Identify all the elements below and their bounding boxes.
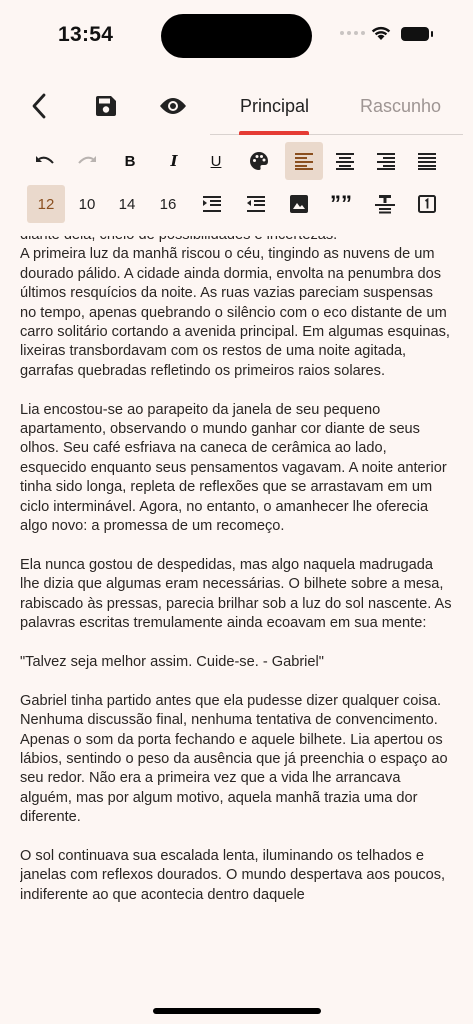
document-editor[interactable]: diante dela, cheio de possibilidades e i… (20, 236, 453, 976)
status-bar: 13:54 (0, 0, 473, 70)
wifi-icon (371, 26, 391, 40)
preview-button[interactable] (156, 80, 190, 132)
formatting-toolbar-row-2: 12 10 14 16 ”” (0, 185, 473, 225)
insert-image-button[interactable] (280, 185, 318, 223)
active-tab-indicator (239, 131, 309, 135)
redo-icon (78, 156, 96, 164)
bold-button[interactable]: B (111, 142, 149, 180)
cellular-signal-icon (340, 31, 365, 35)
color-palette-button[interactable] (240, 142, 278, 180)
align-justify-icon (418, 153, 436, 170)
document-paragraph: A primeira luz da manhã riscou o céu, ti… (20, 246, 450, 379)
editor-header: Principal Rascunho (0, 80, 473, 135)
eye-icon (160, 98, 186, 114)
indent-decrease-icon (247, 196, 265, 212)
back-button[interactable] (24, 80, 54, 132)
battery-icon (401, 27, 433, 41)
document-paragraph: Ela nunca gostou de despedidas, mas algo… (20, 556, 452, 632)
indent-increase-icon (203, 196, 221, 212)
font-size-10-button[interactable]: 10 (68, 185, 106, 223)
indent-decrease-button[interactable] (237, 185, 275, 223)
document-paragraph: O sol continuava sua escalada lenta, ilu… (20, 847, 446, 903)
align-right-icon (377, 153, 395, 170)
align-center-icon (336, 153, 354, 170)
status-time: 13:54 (58, 23, 114, 46)
save-icon (96, 96, 116, 116)
align-left-icon (295, 153, 313, 170)
align-center-button[interactable] (326, 142, 364, 180)
font-size-12-button[interactable]: 12 (27, 185, 65, 223)
formatting-toolbar-row-1: B I U (0, 142, 473, 182)
home-indicator[interactable] (153, 1008, 321, 1014)
underline-button[interactable]: U (197, 142, 235, 180)
document-paragraph: Gabriel tinha partido antes que ela pude… (20, 692, 448, 826)
indent-increase-button[interactable] (193, 185, 231, 223)
save-button[interactable] (90, 80, 122, 132)
quote-button[interactable]: ”” (322, 185, 360, 223)
align-right-button[interactable] (367, 142, 405, 180)
undo-button[interactable] (26, 142, 64, 180)
chevron-left-icon (32, 93, 46, 119)
document-paragraph: Lia encostou-se ao parapeito da janela d… (20, 401, 447, 535)
image-icon (290, 195, 308, 213)
font-size-16-button[interactable]: 16 (149, 185, 187, 223)
italic-button[interactable]: I (155, 142, 193, 180)
tab-rascunho[interactable]: Rascunho (360, 96, 441, 117)
page-number-button[interactable] (408, 185, 446, 223)
palette-icon (250, 152, 268, 170)
tab-principal[interactable]: Principal (240, 96, 309, 117)
clear-format-icon (375, 195, 395, 214)
document-paragraph: "Talvez seja melhor assim. Cuide-se. - G… (20, 653, 324, 670)
font-size-14-button[interactable]: 14 (108, 185, 146, 223)
dynamic-island (161, 14, 312, 58)
align-justify-button[interactable] (408, 142, 446, 180)
align-left-button[interactable] (285, 142, 323, 180)
document-partial-line: diante dela, cheio de possibilidades e i… (20, 236, 453, 245)
page-number-icon (418, 195, 436, 213)
undo-icon (36, 156, 54, 164)
redo-button[interactable] (68, 142, 106, 180)
clear-format-button[interactable] (366, 185, 404, 223)
document-text: diante dela, cheio de possibilidades e i… (20, 236, 453, 905)
